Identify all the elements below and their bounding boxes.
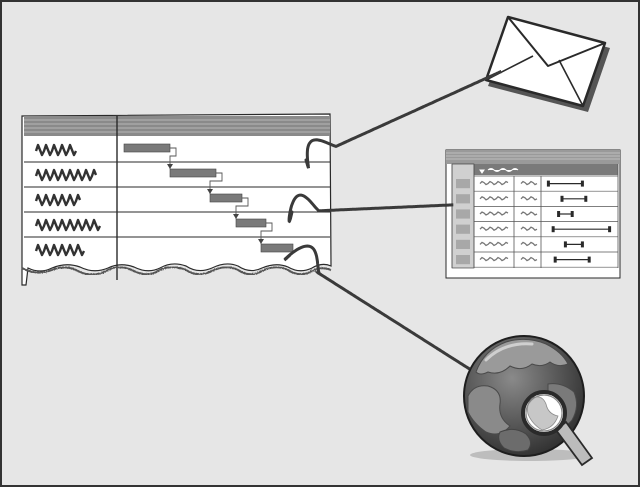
table-side-cell [456,194,470,204]
table-range-start [563,241,567,248]
magnifier-lens [525,394,563,432]
gantt-task-bar [123,143,171,153]
table-range-start [546,180,550,187]
table-range-end [587,256,591,263]
table-document [445,149,621,279]
diagram-canvas [0,0,640,487]
table-range-end [584,195,588,202]
gantt-header-band [24,116,330,136]
table-side-cell [456,239,470,249]
table-title-bar [474,164,618,175]
table-range-start [551,226,555,233]
table-range-start [553,256,557,263]
table-range-end [580,180,584,187]
table-side-cell [456,179,470,189]
table-side-cell [456,209,470,219]
table-side-cell [456,224,470,234]
table-range-start [560,195,564,202]
table-header-band [446,150,620,164]
table-range-end [570,211,574,217]
diagram-art [0,0,640,487]
gantt-task-bar [169,168,217,178]
gantt-task-bar [209,193,243,203]
table-range-end [580,241,584,248]
table-range-start [557,211,561,217]
table-side-cell [456,255,470,265]
gantt-task-bar [235,218,267,228]
gantt-task-bar [260,243,294,253]
table-range-end [608,226,612,233]
